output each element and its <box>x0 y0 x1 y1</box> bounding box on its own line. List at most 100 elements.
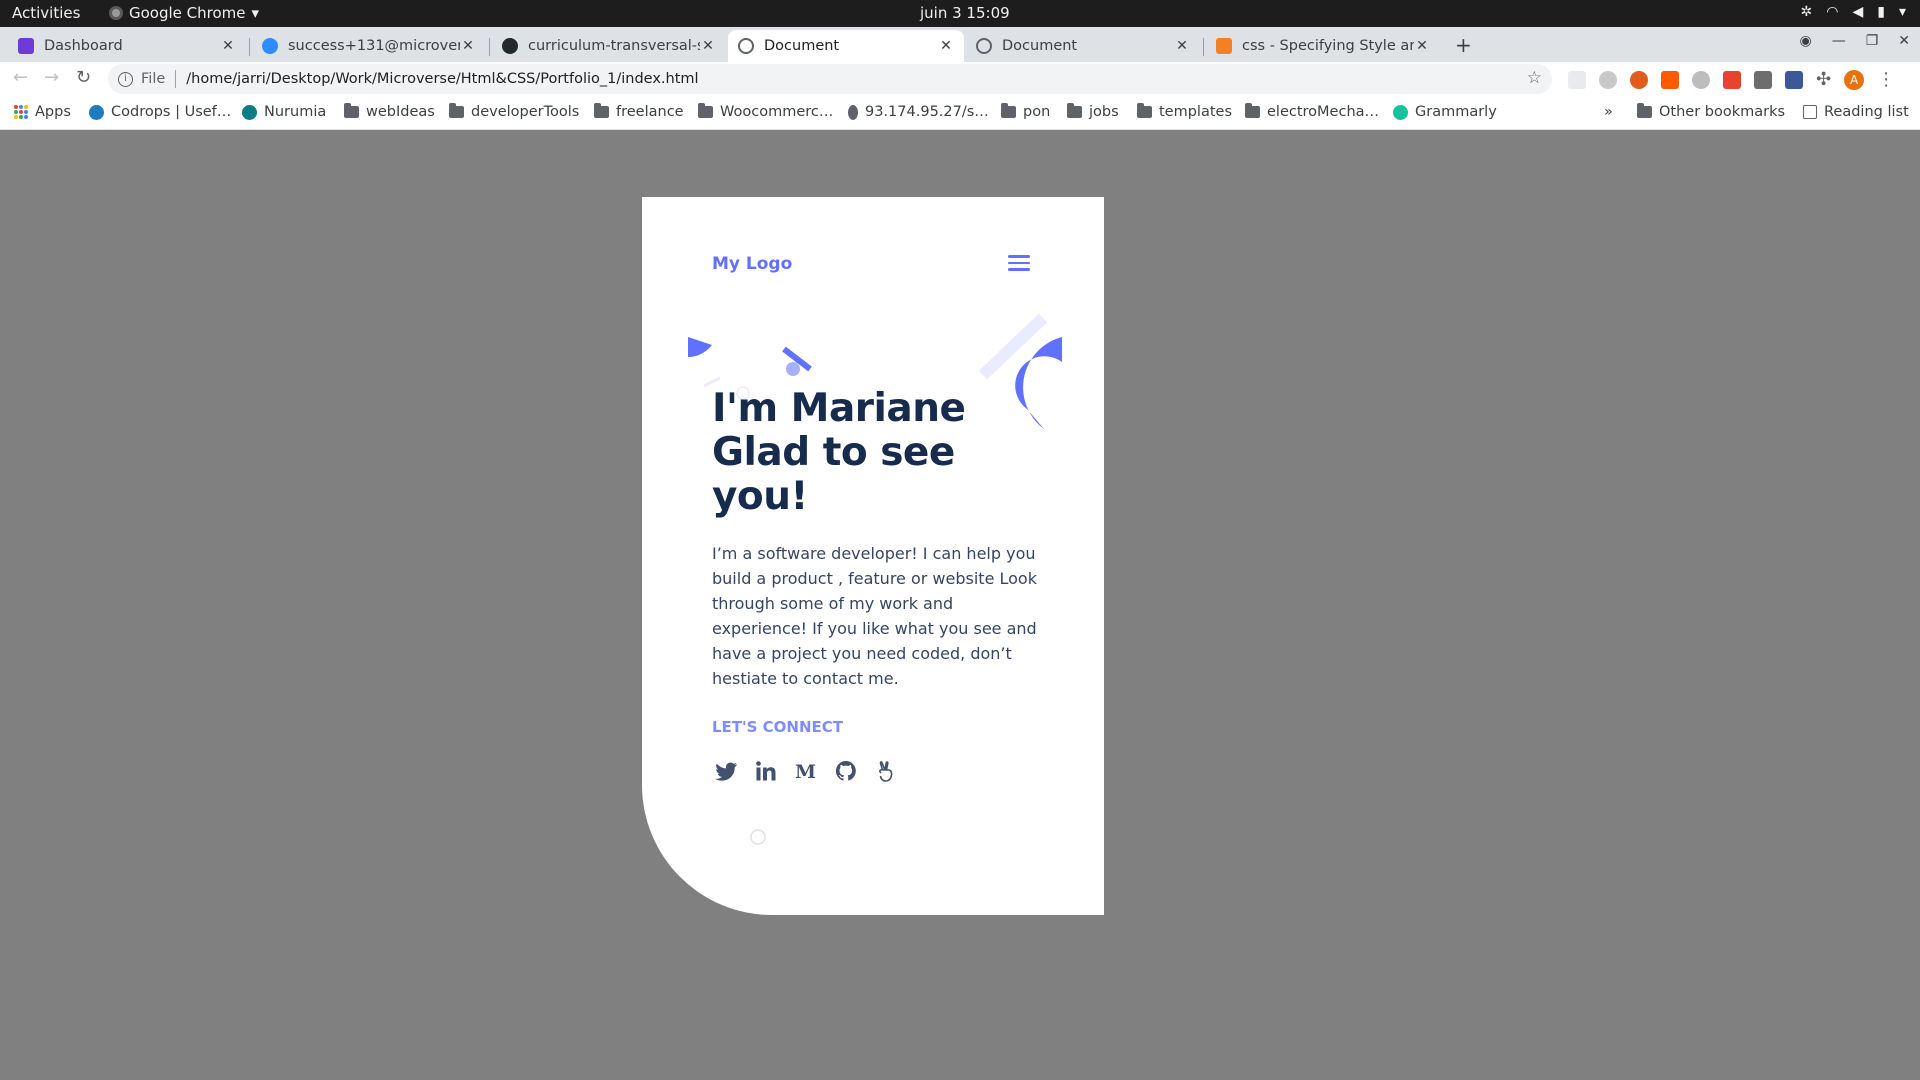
close-icon[interactable]: ✕ <box>220 38 236 54</box>
url-scheme-label: File <box>141 71 166 87</box>
close-icon[interactable]: ✕ <box>1174 38 1190 54</box>
chrome-menu-icon[interactable]: ⋮ <box>1877 69 1895 90</box>
extensions-area: ✣ A ⋮ <box>1568 69 1895 90</box>
bookmark-grammarly[interactable]: Grammarly <box>1393 104 1497 120</box>
app-menu[interactable]: Google Chrome ▾ <box>109 4 259 22</box>
back-arrow-icon[interactable]: ← <box>13 67 28 88</box>
close-icon[interactable]: ✕ <box>1414 38 1430 54</box>
headline-line: Glad to see <box>712 430 955 475</box>
tab-document[interactable]: Document ✕ <box>966 30 1200 62</box>
tab-zoom[interactable]: success+131@microverse ✕ <box>252 30 486 62</box>
globe-icon <box>976 38 992 54</box>
bookmark-nurumia[interactable]: Nurumia <box>242 104 326 120</box>
restore-icon[interactable]: ❐ <box>1866 33 1879 49</box>
folder-icon <box>1245 103 1260 118</box>
os-top-bar: Activities Google Chrome ▾ juin 3 15:09 … <box>0 0 1920 27</box>
chrome-icon <box>109 6 123 20</box>
bookmarks-bar: Apps Codrops | Usef… Nurumia webIdeas de… <box>0 96 1920 130</box>
extension-icon[interactable] <box>1723 70 1741 89</box>
bookmark-folder[interactable]: freelance <box>594 103 684 120</box>
folder-icon <box>1001 103 1016 118</box>
folder-icon <box>344 103 359 118</box>
zoom-favicon-icon <box>262 38 278 54</box>
twitter-icon[interactable] <box>714 759 738 783</box>
shape-icon <box>750 829 766 845</box>
bookmark-label: Woocommerc… <box>720 104 834 120</box>
close-icon[interactable]: ✕ <box>700 38 716 54</box>
bookmark-label: webIdeas <box>366 104 435 120</box>
extension-icon[interactable] <box>1754 70 1772 89</box>
bookmark-site[interactable]: 93.174.95.27/s… <box>848 104 989 120</box>
bookmark-label: jobs <box>1089 104 1119 120</box>
close-icon[interactable]: ✕ <box>938 38 954 54</box>
bookmark-folder[interactable]: pon <box>1001 103 1051 120</box>
extension-icon[interactable] <box>1785 70 1803 89</box>
dashboard-favicon-icon <box>18 38 34 54</box>
system-tray[interactable]: ✲ ◠ ◀ ▮ ▾ <box>1801 4 1906 20</box>
shape-icon <box>786 362 800 376</box>
bookmark-folder[interactable]: Woocommerc… <box>698 103 834 120</box>
extension-icon[interactable] <box>1630 70 1648 89</box>
minimize-icon[interactable]: — <box>1832 33 1846 49</box>
tab-search-icon[interactable]: ◉ <box>1799 33 1811 49</box>
logo[interactable]: My Logo <box>712 254 792 274</box>
power-menu-icon[interactable]: ▾ <box>1899 4 1906 20</box>
shape-icon <box>703 376 721 388</box>
tab-stackoverflow[interactable]: css - Specifying Style and \ ✕ <box>1206 30 1440 62</box>
activities-button[interactable]: Activities <box>12 4 80 22</box>
github-icon[interactable] <box>834 759 858 783</box>
bookmarks-overflow-button[interactable]: » <box>1604 104 1613 120</box>
bookmark-label: Apps <box>35 104 71 120</box>
app-name: Google Chrome <box>129 4 246 22</box>
extension-icon[interactable] <box>1661 70 1679 89</box>
url-text[interactable]: /home/jarri/Desktop/Work/Microverse/Html… <box>186 71 698 87</box>
bookmark-folder[interactable]: templates <box>1137 103 1232 120</box>
battery-icon: ▮ <box>1877 4 1885 20</box>
folder-icon <box>1637 103 1652 118</box>
portfolio-card: My Logo I'm Mariane Glad to see you! I’m… <box>642 197 1104 915</box>
angellist-icon[interactable] <box>874 759 898 783</box>
codrops-icon <box>89 104 104 120</box>
bookmark-folder[interactable]: developerTools <box>449 103 579 120</box>
bookmark-label: pon <box>1023 104 1051 120</box>
linkedin-icon[interactable] <box>754 759 778 783</box>
wifi-icon: ◠ <box>1826 4 1839 20</box>
site-info-icon[interactable]: i <box>118 71 133 87</box>
extension-icon[interactable] <box>1692 70 1710 89</box>
shape-icon <box>688 337 712 357</box>
chevron-double-right-icon: » <box>1604 104 1613 120</box>
github-favicon-icon <box>502 38 518 54</box>
bookmark-folder[interactable]: electroMecha… <box>1245 103 1379 120</box>
bookmark-apps[interactable]: Apps <box>14 104 71 120</box>
tab-document-active[interactable]: Document ✕ <box>728 30 964 62</box>
bookmark-codrops[interactable]: Codrops | Usef… <box>89 104 231 120</box>
tab-title: curriculum-transversal-sk <box>528 38 700 54</box>
hamburger-menu-icon[interactable] <box>1008 255 1030 271</box>
clock[interactable]: juin 3 15:09 <box>920 4 1010 22</box>
slack-tray-icon[interactable]: ✲ <box>1801 4 1813 20</box>
tab-dashboard[interactable]: Dashboard ✕ <box>8 30 246 62</box>
address-bar[interactable]: i File /home/jarri/Desktop/Work/Microver… <box>108 64 1552 94</box>
bookmark-label: Codrops | Usef… <box>111 104 232 120</box>
new-tab-button[interactable]: + <box>1455 33 1472 57</box>
other-bookmarks[interactable]: Other bookmarks <box>1637 103 1785 120</box>
reload-icon[interactable]: ↻ <box>76 67 91 88</box>
tab-title: success+131@microverse <box>288 38 460 54</box>
reading-list[interactable]: Reading list <box>1803 104 1909 120</box>
medium-icon[interactable]: M <box>794 759 818 783</box>
close-icon[interactable]: ✕ <box>460 38 476 54</box>
bookmark-folder[interactable]: webIdeas <box>344 103 435 120</box>
bookmark-folder[interactable]: jobs <box>1067 103 1119 120</box>
forward-arrow-icon[interactable]: → <box>44 67 59 88</box>
extension-icon[interactable] <box>1568 70 1586 89</box>
bookmark-star-icon[interactable]: ☆ <box>1527 68 1542 88</box>
stackoverflow-favicon-icon <box>1216 38 1232 54</box>
folder-icon <box>449 103 464 118</box>
social-links: M <box>714 759 898 783</box>
tab-github[interactable]: curriculum-transversal-sk ✕ <box>492 30 726 62</box>
extension-icon[interactable] <box>1599 70 1617 89</box>
puzzle-extensions-icon[interactable]: ✣ <box>1816 69 1831 90</box>
shape-icon <box>978 313 1048 380</box>
profile-avatar[interactable]: A <box>1844 69 1865 90</box>
close-window-icon[interactable]: ✕ <box>1898 33 1910 49</box>
